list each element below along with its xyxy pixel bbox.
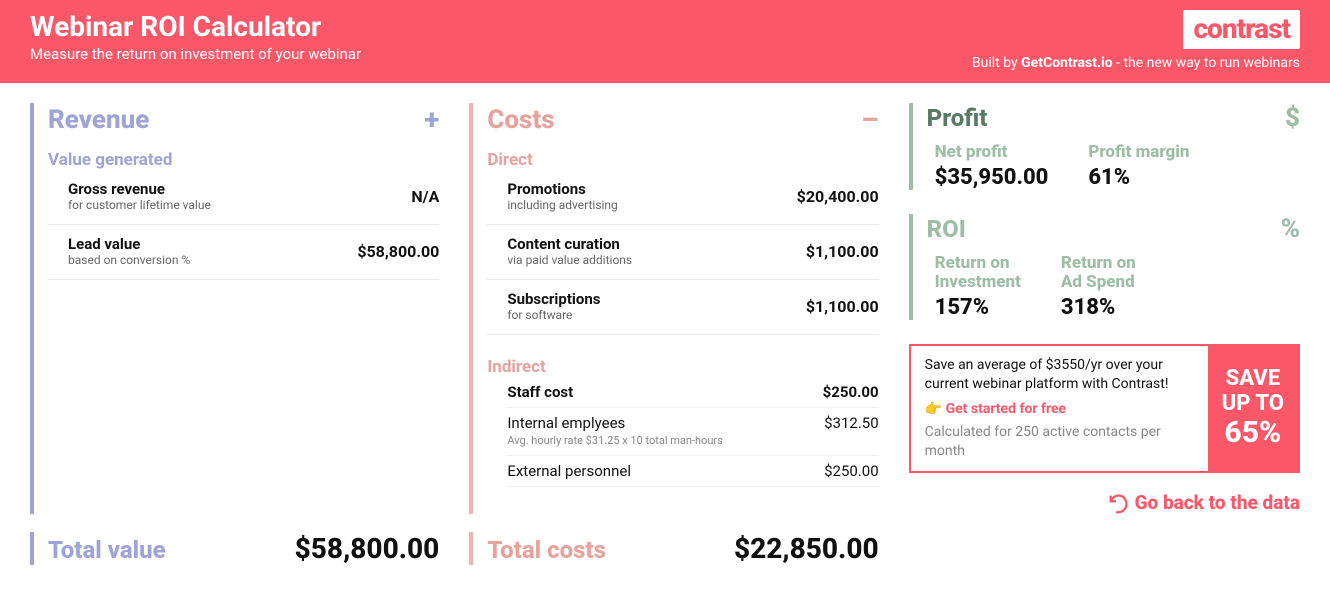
roi-heading: ROI: [927, 215, 966, 243]
promo-note: Calculated for 250 active contacts per m…: [925, 423, 1194, 461]
total-costs-amount: $22,850.00: [734, 532, 879, 565]
roas-label: Return on Ad Spend: [1061, 254, 1136, 293]
roi-label: Return on Investment: [935, 254, 1021, 293]
external-label: External personnel: [507, 462, 631, 480]
internal-label: Internal emplyees: [507, 414, 625, 432]
totals-row: Total value $58,800.00 Total costs $22,8…: [0, 514, 1330, 575]
profit-box: Profit $ Net profit $35,950.00 Profit ma…: [909, 103, 1300, 190]
main-columns: Revenue + Value generated Gross revenue …: [0, 83, 1330, 514]
promo-text: Save an average of $3550/yr over your cu…: [925, 356, 1194, 394]
net-profit-label: Net profit: [935, 143, 1049, 163]
cost-item: Subscriptions for software $1,100.00: [487, 280, 878, 335]
plus-icon: +: [424, 103, 439, 136]
staff-cost-label: Staff cost: [507, 383, 573, 401]
revenue-subheading: Value generated: [48, 150, 439, 170]
undo-icon: [1107, 492, 1129, 514]
margin-label: Profit margin: [1088, 143, 1189, 163]
pointing-icon: 👉: [925, 401, 942, 417]
promo-badge: SAVE UP TO 65%: [1208, 346, 1298, 472]
costs-column: Costs – Direct Promotions including adve…: [469, 103, 878, 514]
header: Webinar ROI Calculator Measure the retur…: [0, 0, 1330, 83]
percent-icon: %: [1281, 214, 1300, 244]
item-title: Lead value: [68, 235, 190, 253]
item-value: $1,100.00: [806, 242, 879, 261]
item-sub: based on conversion %: [68, 253, 190, 267]
internal-note: Avg. hourly rate $31.25 x 10 total man-h…: [507, 434, 878, 456]
page-subtitle: Measure the return on investment of your…: [30, 45, 361, 63]
page-title: Webinar ROI Calculator: [30, 10, 361, 43]
item-value: N/A: [411, 187, 439, 206]
external-value: $250.00: [824, 462, 879, 480]
get-started-link[interactable]: 👉 Get started for free: [925, 401, 1194, 417]
item-title: Subscriptions: [507, 290, 600, 308]
revenue-heading: Revenue: [48, 105, 149, 135]
total-value-amount: $58,800.00: [295, 532, 440, 565]
roi-value: 157%: [935, 295, 1021, 320]
item-title: Promotions: [507, 180, 617, 198]
item-value: $58,800.00: [357, 242, 439, 261]
item-sub: for software: [507, 308, 600, 322]
total-costs-label: Total costs: [487, 536, 606, 564]
indirect-label: Indirect: [487, 357, 878, 377]
item-title: Gross revenue: [68, 180, 211, 198]
staff-cost-value: $250.00: [823, 383, 879, 401]
item-sub: via paid value additions: [507, 253, 632, 267]
builtby-line: Built by GetContrast.io - the new way to…: [972, 55, 1300, 71]
cost-item: Content curation via paid value addition…: [487, 225, 878, 280]
dollar-icon: $: [1285, 103, 1300, 133]
item-sub: for customer lifetime value: [68, 198, 211, 212]
item-title: Content curation: [507, 235, 632, 253]
costs-heading: Costs: [487, 105, 554, 135]
profit-heading: Profit: [927, 104, 988, 132]
right-column: Profit $ Net profit $35,950.00 Profit ma…: [909, 103, 1300, 514]
item-sub: including advertising: [507, 198, 617, 212]
revenue-column: Revenue + Value generated Gross revenue …: [30, 103, 439, 514]
minus-icon: –: [861, 103, 879, 136]
roi-box: ROI % Return on Investment 157% Return o…: [909, 214, 1300, 320]
cost-item: Promotions including advertising $20,400…: [487, 170, 878, 225]
item-value: $20,400.00: [797, 187, 879, 206]
direct-label: Direct: [487, 150, 878, 170]
margin-value: 61%: [1088, 165, 1189, 190]
logo: contrast: [1183, 10, 1300, 49]
revenue-item: Gross revenue for customer lifetime valu…: [48, 170, 439, 225]
revenue-item: Lead value based on conversion % $58,800…: [48, 225, 439, 280]
total-value-label: Total value: [48, 536, 166, 564]
go-back-link[interactable]: Go back to the data: [909, 491, 1300, 514]
net-profit-value: $35,950.00: [935, 165, 1049, 190]
promo-box: Save an average of $3550/yr over your cu…: [909, 344, 1300, 474]
roas-value: 318%: [1061, 295, 1136, 320]
item-value: $1,100.00: [806, 297, 879, 316]
internal-value: $312.50: [824, 414, 879, 432]
